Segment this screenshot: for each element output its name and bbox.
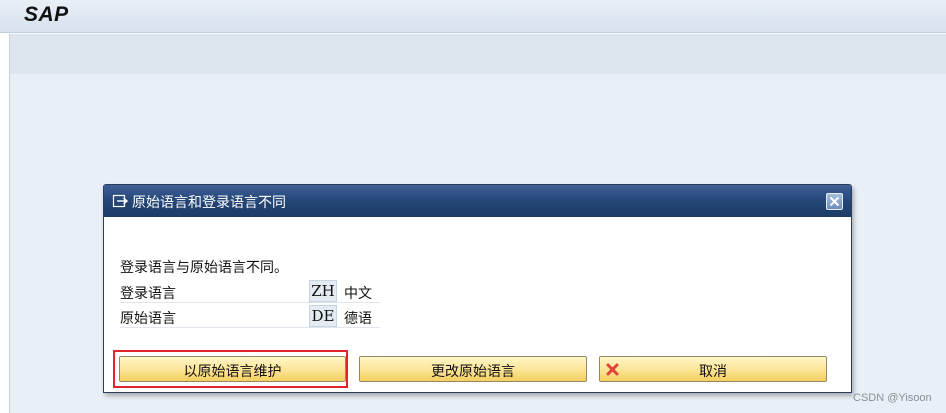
watermark: CSDN @Yisoon: [853, 392, 932, 404]
dialog-title: 原始语言和登录语言不同: [132, 195, 286, 211]
cancel-button-label: 取消: [699, 364, 727, 380]
login-language-description: 中文: [344, 286, 372, 302]
window-arrow-icon: [112, 193, 129, 209]
sap-logo: SAP: [24, 3, 69, 26]
sap-gui-window: SAP 原始语言和登录语言不同 登录语言与原始语言不同。 登录语言 ZH 中文 …: [0, 0, 946, 413]
login-language-row: 登录语言 ZH 中文: [120, 280, 380, 303]
login-language-code: ZH: [309, 280, 337, 302]
dialog-message: 登录语言与原始语言不同。: [120, 260, 288, 276]
login-language-label: 登录语言: [120, 286, 176, 302]
dialog-header: 原始语言和登录语言不同: [104, 185, 851, 217]
close-icon: [829, 196, 840, 207]
original-language-label: 原始语言: [120, 311, 176, 327]
change-button-label: 更改原始语言: [431, 364, 515, 380]
original-language-row: 原始语言 DE 德语: [120, 305, 380, 328]
cancel-button[interactable]: 取消: [599, 356, 827, 382]
original-language-description: 德语: [344, 311, 372, 327]
change-original-language-button[interactable]: 更改原始语言: [359, 356, 587, 382]
title-bar: SAP: [0, 0, 946, 33]
original-language-code: DE: [309, 305, 337, 327]
application-toolbar: [9, 33, 946, 75]
close-button[interactable]: [826, 193, 843, 210]
highlight-frame: [113, 350, 348, 388]
